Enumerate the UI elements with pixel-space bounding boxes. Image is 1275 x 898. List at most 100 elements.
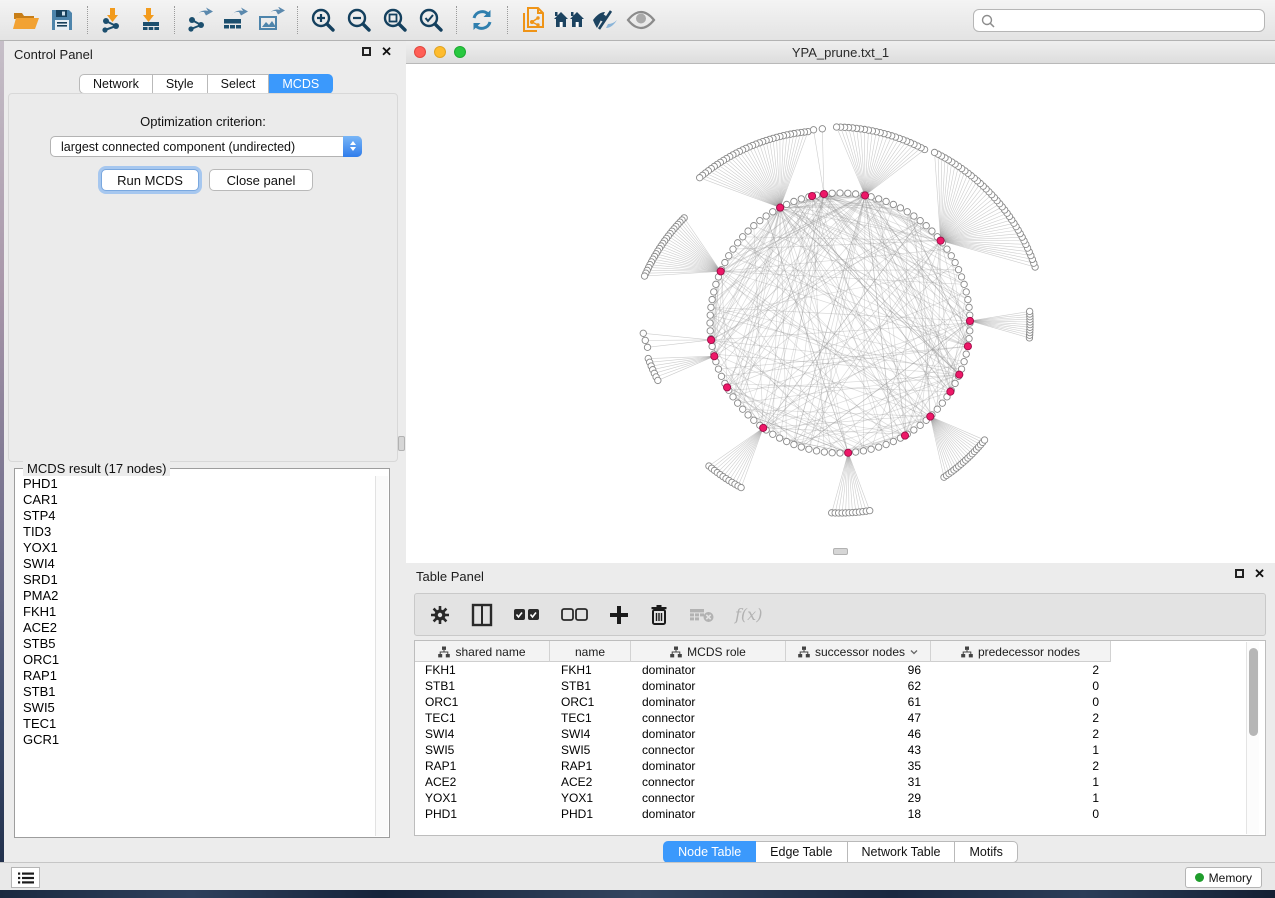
mcds-result-item[interactable]: SWI4 [16,556,375,572]
column-header-shared-name[interactable]: shared name [415,641,550,662]
tab-edge-table[interactable]: Edge Table [756,841,847,863]
mcds-result-item[interactable]: ACE2 [16,620,375,636]
table-cell: FKH1 [415,662,550,678]
mcds-result-item[interactable]: GCR1 [16,732,375,748]
clear-table-icon[interactable] [689,607,715,623]
mcds-result-item[interactable]: STB1 [16,684,375,700]
refresh-button[interactable] [464,3,500,37]
table-cell: SWI4 [415,726,550,742]
tab-network[interactable]: Network [79,74,153,94]
table-row[interactable]: ORC1ORC1dominator610 [415,694,1267,710]
import-network-icon [100,7,126,33]
mcds-result-item[interactable]: FKH1 [16,604,375,620]
export-table-button[interactable] [218,3,254,37]
column-header-mcds-role[interactable]: MCDS role [631,641,786,662]
table-row[interactable]: TEC1TEC1connector472 [415,710,1267,726]
show-graphics-details-button[interactable] [623,3,659,37]
table-panel-header: Table Panel ✕ [406,563,1275,589]
mcds-result-item[interactable]: PHD1 [16,476,375,492]
mcds-result-item[interactable]: TEC1 [16,716,375,732]
column-label: shared name [455,645,525,659]
table-cell: RAP1 [550,758,631,774]
mcds-result-item[interactable]: TID3 [16,524,375,540]
mcds-result-scrollbar[interactable] [375,476,388,836]
table-row[interactable]: SWI4SWI4dominator462 [415,726,1267,742]
zoom-fit-button[interactable] [377,3,413,37]
column-header-predecessor-nodes[interactable]: predecessor nodes [931,641,1111,662]
export-network-button[interactable] [182,3,218,37]
hide-graphics-details-button[interactable] [587,3,623,37]
save-session-button[interactable] [44,3,80,37]
table-cell: 0 [931,694,1111,710]
mcds-result-item[interactable]: PMA2 [16,588,375,604]
mcds-result-item[interactable]: STB5 [16,636,375,652]
table-settings-gear-icon[interactable] [429,604,451,626]
table-cell: 2 [931,710,1111,726]
tab-style[interactable]: Style [153,74,208,94]
table-cell: ORC1 [415,694,550,710]
control-panel-tabs: Network Style Select MCDS [79,74,333,94]
table-row[interactable]: FKH1FKH1dominator962 [415,662,1267,678]
optimization-criterion-select[interactable]: largest connected component (undirected) [50,136,362,157]
close-panel-icon[interactable]: ✕ [1254,569,1265,578]
mcds-result-item[interactable]: SWI5 [16,700,375,716]
delete-column-trash-icon[interactable] [649,604,669,626]
export-image-button[interactable] [254,3,290,37]
network-graph-canvas[interactable] [406,64,1275,563]
table-cell: ACE2 [550,774,631,790]
table-scrollbar[interactable] [1246,642,1259,834]
zoom-in-button[interactable] [305,3,341,37]
table-scrollbar-thumb[interactable] [1249,648,1258,736]
tab-network-table[interactable]: Network Table [848,841,956,863]
task-history-button[interactable] [11,867,40,888]
vertical-splitter-handle[interactable] [398,436,405,451]
close-panel-icon[interactable]: ✕ [381,47,392,56]
column-header-name[interactable]: name [550,641,631,662]
close-panel-button[interactable]: Close panel [209,169,313,191]
toolbar-separator [174,6,175,34]
hierarchy-icon [670,646,682,658]
deselect-all-icon[interactable] [561,608,589,622]
function-builder-icon[interactable]: f(x) [735,605,762,624]
table-row[interactable]: STB1STB1dominator620 [415,678,1267,694]
horizontal-splitter-handle[interactable] [833,548,848,555]
mcds-result-item[interactable]: ORC1 [16,652,375,668]
table-row[interactable]: PHD1PHD1dominator180 [415,806,1267,822]
table-cell: SWI5 [415,742,550,758]
optimization-criterion-label: Optimization criterion: [9,114,397,129]
tab-mcds[interactable]: MCDS [269,74,333,94]
search-box[interactable] [973,9,1265,32]
mcds-result-item[interactable]: YOX1 [16,540,375,556]
new-network-from-selection-button[interactable] [515,3,551,37]
status-bar: Memory [0,862,1275,890]
import-network-button[interactable] [95,3,131,37]
zoom-out-button[interactable] [341,3,377,37]
import-table-button[interactable] [131,3,167,37]
column-header-successor-nodes[interactable]: successor nodes [786,641,931,662]
add-column-icon[interactable] [609,605,629,625]
table-row[interactable]: ACE2ACE2connector311 [415,774,1267,790]
table-row[interactable]: SWI5SWI5connector431 [415,742,1267,758]
tab-node-table[interactable]: Node Table [663,841,756,863]
memory-button[interactable]: Memory [1185,867,1262,888]
select-all-icon[interactable] [513,608,541,622]
table-row[interactable]: RAP1RAP1dominator352 [415,758,1267,774]
mcds-result-item[interactable]: RAP1 [16,668,375,684]
table-cell: ORC1 [550,694,631,710]
zoom-selected-button[interactable] [413,3,449,37]
mcds-result-item[interactable]: SRD1 [16,572,375,588]
float-panel-icon[interactable] [362,47,371,56]
table-row[interactable]: YOX1YOX1connector291 [415,790,1267,806]
mcds-result-item[interactable]: CAR1 [16,492,375,508]
split-panel-icon[interactable] [471,603,493,627]
main-toolbar [0,0,1275,41]
houses-button[interactable] [551,3,587,37]
table-cell: dominator [631,662,786,678]
mcds-result-item[interactable]: STP4 [16,508,375,524]
float-panel-icon[interactable] [1235,569,1244,578]
search-input[interactable] [996,11,1264,30]
tab-select[interactable]: Select [208,74,270,94]
open-session-button[interactable] [8,3,44,37]
run-mcds-button[interactable]: Run MCDS [101,169,199,191]
tab-motifs[interactable]: Motifs [955,841,1017,863]
